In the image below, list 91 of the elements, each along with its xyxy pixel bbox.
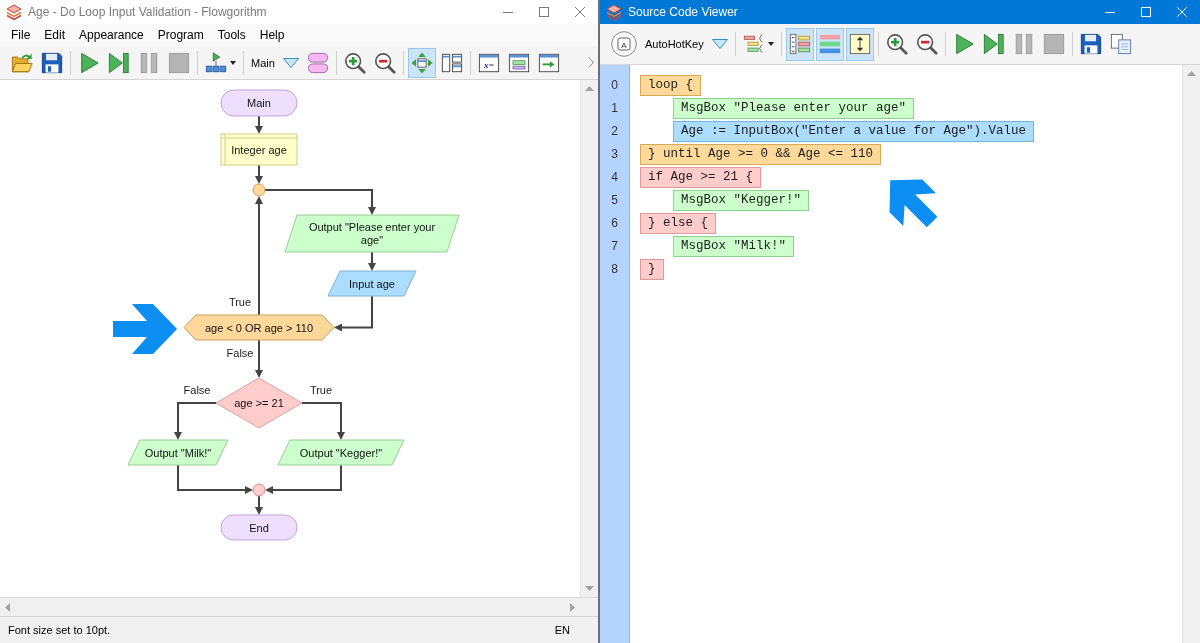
connector-arrow	[174, 402, 217, 440]
striped-bars-icon	[818, 33, 841, 55]
connector-arrow	[255, 339, 263, 378]
line-number: 4	[611, 169, 618, 186]
line-number: 1	[611, 100, 618, 117]
arrow-down-icon[interactable]	[585, 586, 594, 591]
expand-icon	[848, 33, 871, 55]
arrow-window-icon	[537, 51, 560, 74]
zoom-in-icon	[885, 33, 908, 55]
triangle-down-icon	[711, 39, 728, 49]
output-node: Output "Kegger!"	[277, 439, 405, 466]
connector-arrow	[255, 115, 263, 134]
menu-item[interactable]: Help	[252, 25, 292, 45]
stop-icon	[168, 51, 190, 74]
app-logo-icon	[606, 4, 622, 20]
minimize-icon	[503, 11, 513, 13]
move-arrows-icon	[410, 51, 433, 74]
junction-dot-icon	[252, 483, 266, 497]
connector-arrow	[255, 164, 263, 184]
loop-condition-node: age < 0 OR age > 110	[183, 314, 335, 341]
arrow-right-icon[interactable]	[570, 602, 575, 612]
maximize-icon	[539, 7, 549, 17]
console-window-icon	[507, 51, 530, 74]
connector-arrow	[301, 402, 345, 440]
caret-down-icon	[230, 60, 236, 65]
code-format-icon	[742, 33, 765, 55]
terminal-node: Main	[220, 89, 298, 117]
panels-icon	[440, 51, 463, 74]
line-number: 7	[611, 238, 618, 255]
connector-arrow	[368, 251, 376, 271]
stop-icon	[1042, 33, 1065, 55]
declare-node: Integer age	[220, 133, 298, 166]
input-node: Input age	[327, 270, 417, 297]
menu-item[interactable]: Edit	[37, 25, 73, 45]
triangle-down-icon	[282, 57, 299, 68]
play-icon	[78, 51, 100, 74]
zoom-out-icon	[373, 51, 396, 74]
arrow-right-icon	[113, 304, 177, 354]
terminal-node: End	[220, 514, 298, 541]
menu-item[interactable]: File	[4, 25, 38, 45]
arrow-up-icon[interactable]	[1187, 71, 1196, 76]
caret-down-icon	[767, 42, 774, 46]
arrow-up-icon[interactable]	[585, 86, 594, 91]
branch-label: True	[228, 296, 252, 308]
play-blocks-icon	[205, 51, 227, 74]
line-number: 8	[611, 261, 618, 278]
app-logo-icon	[6, 4, 22, 20]
line-number: 3	[611, 146, 618, 163]
zoom-out-icon	[915, 33, 938, 55]
menu-item[interactable]: Program	[150, 25, 211, 45]
chevron-right-icon[interactable]	[588, 57, 594, 68]
language-dropdown[interactable]: AutoHotKey	[642, 27, 731, 61]
connector-arrow	[334, 295, 373, 332]
branch-label: False	[226, 347, 254, 359]
close-icon	[575, 7, 585, 17]
branch-label: False	[183, 384, 211, 396]
output-node: Output "Please enter your age"	[284, 214, 460, 253]
minimize-icon	[1105, 11, 1115, 13]
connector-arrow	[255, 495, 263, 515]
step-icon	[982, 33, 1005, 55]
window-title: Source Code Viewer	[628, 5, 739, 19]
stacked-pills-icon	[306, 51, 329, 74]
status-message: Font size set to 10pt.	[8, 624, 112, 636]
highlight-button[interactable]	[815, 27, 844, 61]
line-numbers-icon	[788, 33, 811, 55]
window-title: Age - Do Loop Input Validation - Flowgorithm	[28, 5, 268, 19]
line-number: 6	[611, 215, 618, 232]
step-icon	[108, 51, 130, 74]
menu-item[interactable]: Appearance	[72, 25, 151, 45]
move-tool-button[interactable]	[407, 47, 436, 78]
line-numbers-button[interactable]	[785, 27, 814, 61]
copy-icon	[1109, 33, 1132, 55]
arrow-left-icon[interactable]	[5, 602, 10, 612]
language-indicator: EN	[554, 624, 570, 636]
branch-label: True	[309, 384, 333, 396]
vertical-scrollbar[interactable]	[1182, 65, 1200, 643]
folder-icon	[11, 51, 33, 74]
pause-icon	[138, 51, 160, 74]
close-icon	[1177, 7, 1187, 17]
zoom-in-icon	[343, 51, 366, 74]
line-number: 0	[611, 77, 618, 94]
function-dropdown[interactable]: Main	[248, 47, 302, 78]
decision-node: age >= 21	[215, 377, 303, 429]
maximize-icon	[1141, 7, 1151, 17]
expand-button[interactable]	[845, 27, 874, 61]
output-node: Output "Milk!"	[127, 439, 229, 466]
line-number: 2	[611, 123, 618, 140]
junction-dot-icon	[252, 183, 266, 197]
line-number: 5	[611, 192, 618, 209]
menu-item[interactable]: Tools	[210, 25, 253, 45]
arrow-up-left-icon	[888, 178, 938, 228]
